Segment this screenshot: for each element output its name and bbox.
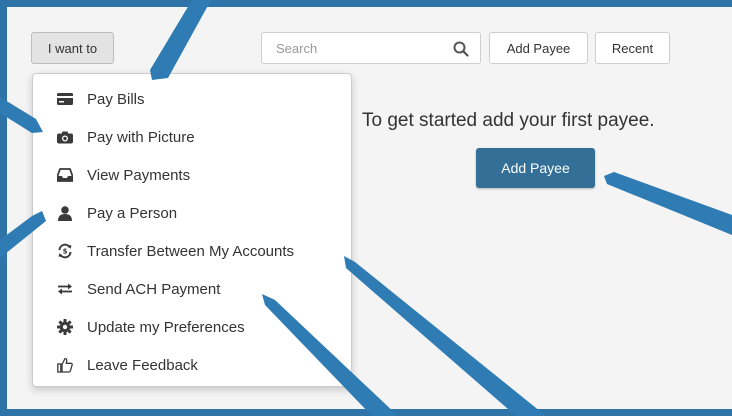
- callout-pointers: [0, 0, 732, 416]
- callout-pointer-top: [150, 0, 211, 80]
- callout-pointer-right: [604, 172, 732, 235]
- callout-pointer-bottom-ach: [262, 294, 398, 416]
- callout-pointer-bottom-transfer: [344, 256, 546, 416]
- callout-pointer-left-upper: [0, 97, 43, 133]
- callout-pointer-left-lower: [0, 211, 46, 258]
